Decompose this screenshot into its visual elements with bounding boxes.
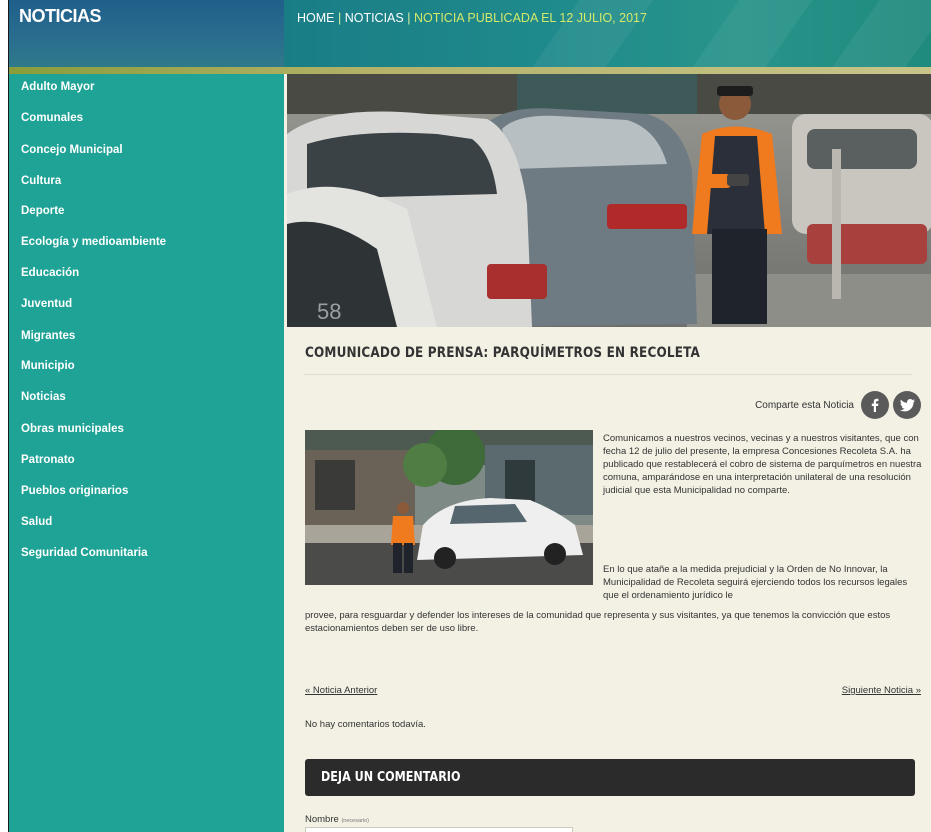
sidebar-item-adulto-mayor[interactable]: Adulto Mayor	[21, 81, 94, 93]
sidebar-item-noticias[interactable]: Noticias	[21, 391, 66, 403]
breadcrumb-home[interactable]: HOME	[297, 11, 335, 25]
breadcrumb-separator: |	[334, 11, 345, 25]
article-title: COMUNICADO DE PRENSA: PARQUÍMETROS EN RE…	[305, 345, 701, 361]
hero-image: 58	[287, 74, 931, 327]
article-photo	[305, 430, 593, 585]
name-label-text: Nombre	[305, 814, 339, 825]
header-divider	[9, 67, 931, 74]
header-decoration	[652, 0, 816, 68]
sidebar-item-cultura[interactable]: Cultura	[21, 175, 61, 187]
breadcrumb-separator: |	[403, 11, 414, 25]
breadcrumb: HOME | NOTICIAS | NOTICIA PUBLICADA EL 1…	[297, 11, 647, 25]
previous-news-link[interactable]: « Noticia Anterior	[305, 685, 377, 696]
sidebar-item-migrantes[interactable]: Migrantes	[21, 330, 75, 342]
sidebar-item-educacion[interactable]: Educación	[21, 267, 79, 279]
section-header: NOTICIAS	[9, 0, 284, 68]
comment-heading-bar: DEJA UN COMENTARIO	[305, 759, 915, 796]
sidebar-item-concejo-municipal[interactable]: Concejo Municipal	[21, 144, 123, 156]
share-bar: Comparte esta Noticia	[755, 391, 921, 419]
twitter-icon[interactable]	[893, 391, 921, 419]
header-decoration	[792, 0, 931, 68]
sidebar: Adulto Mayor Comunales Concejo Municipal…	[9, 68, 284, 832]
sidebar-item-pueblos-originarios[interactable]: Pueblos originarios	[21, 485, 128, 497]
breadcrumb-current: NOTICIA PUBLICADA EL 12 JULIO, 2017	[413, 11, 647, 25]
article-paragraph: Comunicamos a nuestros vecinos, vecinas …	[603, 433, 922, 496]
sidebar-item-patronato[interactable]: Patronato	[21, 454, 75, 466]
next-news-link[interactable]: Siguiente Noticia »	[842, 685, 921, 696]
sidebar-item-juventud[interactable]: Juventud	[21, 298, 72, 310]
name-input[interactable]	[305, 827, 573, 832]
comment-heading: DEJA UN COMENTARIO	[321, 770, 461, 785]
top-header: HOME | NOTICIAS | NOTICIA PUBLICADA EL 1…	[284, 0, 931, 68]
name-field-label: Nombre (necesario)	[305, 814, 369, 825]
article-paragraph: En lo que atañe a la medida prejudicial …	[603, 564, 908, 601]
sidebar-item-comunales[interactable]: Comunales	[21, 112, 83, 124]
sidebar-item-deporte[interactable]: Deporte	[21, 205, 64, 217]
required-marker: (necesario)	[341, 818, 369, 824]
sidebar-item-municipio[interactable]: Municipio	[21, 360, 75, 372]
article-paragraph: provee, para resguardar y defender los i…	[305, 610, 891, 634]
no-comments-text: No hay comentarios todavía.	[305, 719, 426, 730]
sidebar-item-seguridad-comunitaria[interactable]: Seguridad Comunitaria	[21, 547, 148, 559]
share-label: Comparte esta Noticia	[755, 399, 854, 411]
breadcrumb-noticias[interactable]: NOTICIAS	[345, 11, 404, 25]
page-frame: NOTICIAS Adulto Mayor Comunales Concejo …	[8, 0, 931, 832]
section-title: NOTICIAS	[19, 6, 102, 26]
sidebar-item-ecologia[interactable]: Ecología y medioambiente	[21, 236, 166, 248]
sidebar-item-obras-municipales[interactable]: Obras municipales	[21, 423, 124, 435]
svg-text:58: 58	[317, 299, 341, 324]
sidebar-item-salud[interactable]: Salud	[21, 516, 52, 528]
title-divider	[304, 374, 912, 375]
facebook-icon[interactable]	[861, 391, 889, 419]
main-content: 58 COMUNICADO DE PRENSA: PARQUÍMETROS EN…	[284, 74, 931, 832]
